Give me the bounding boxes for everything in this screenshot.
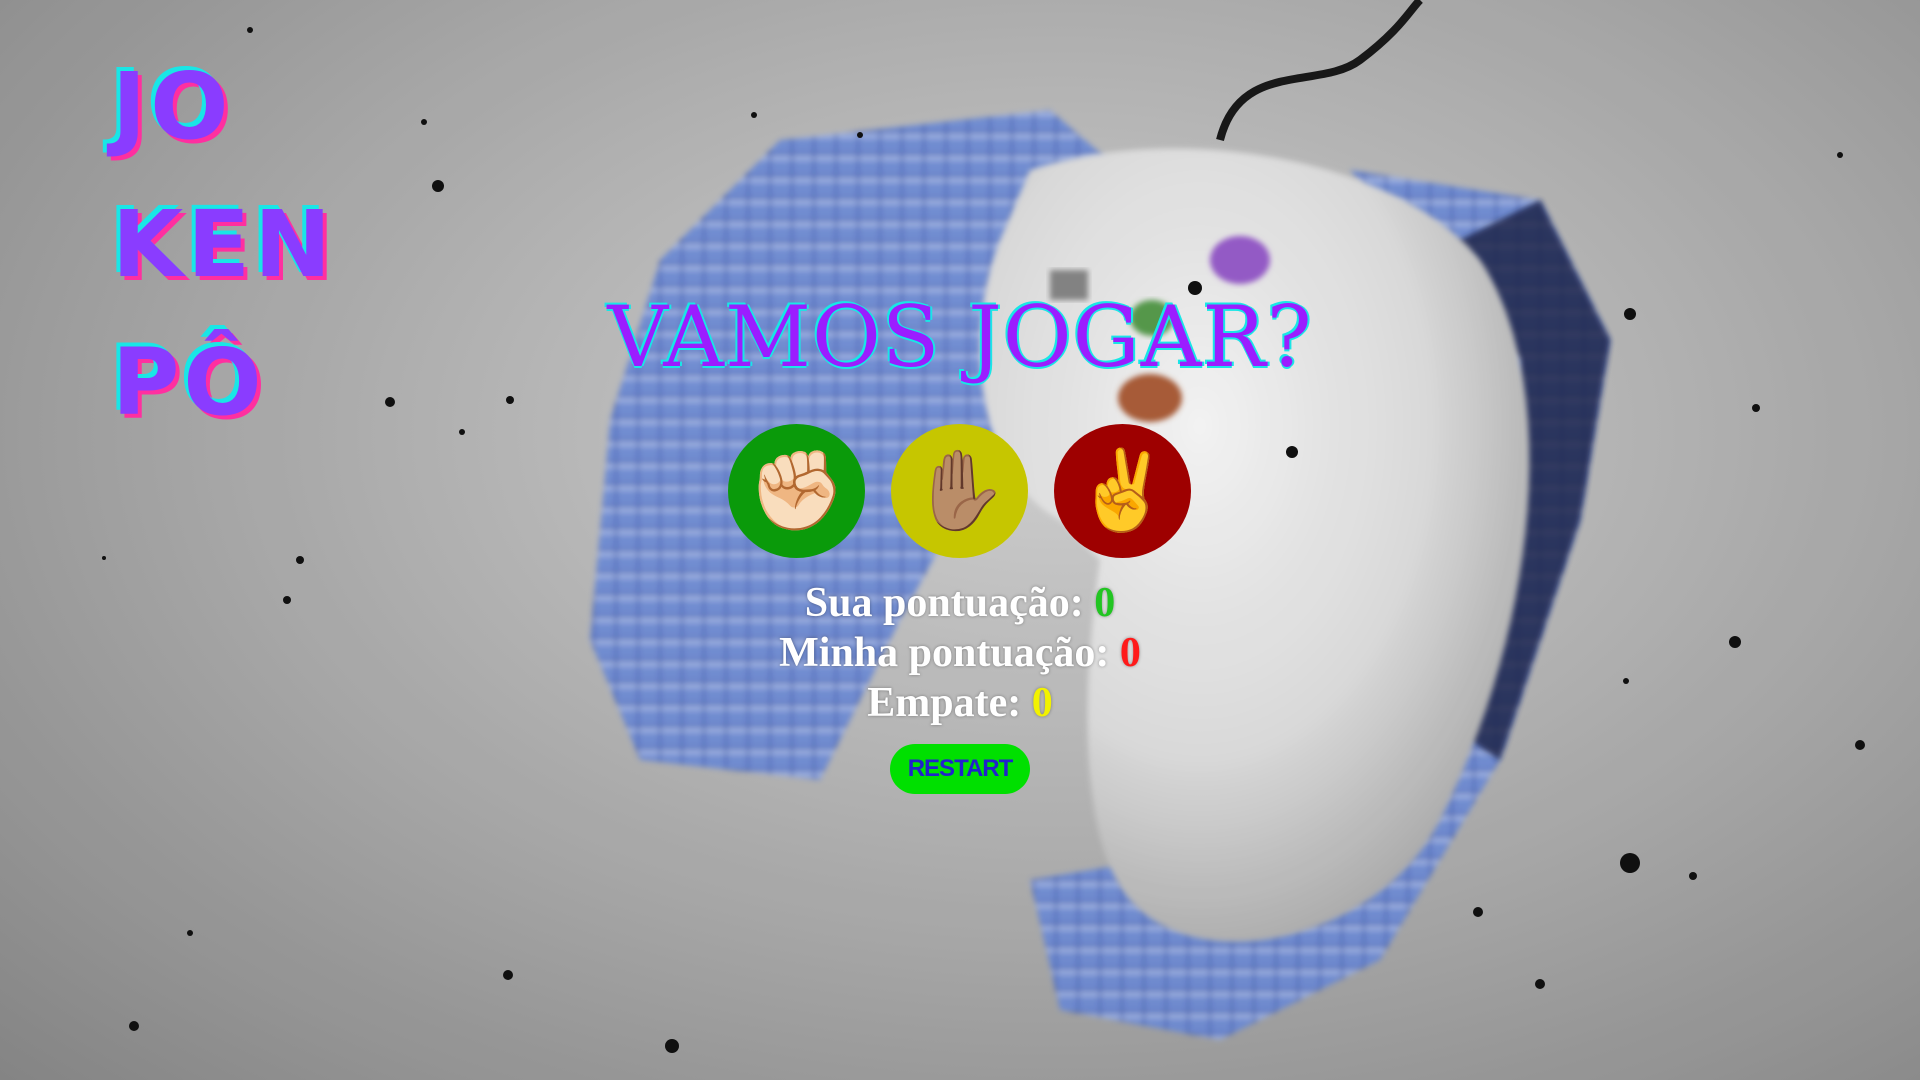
tie-score-value: 0 xyxy=(1031,680,1053,726)
choice-buttons: ✊🏻 ✋🏽 ✌️ xyxy=(728,424,1192,558)
tie-score-row: Empate: 0 xyxy=(0,678,1920,728)
rock-button[interactable]: ✊🏻 xyxy=(728,424,865,558)
fist-icon: ✊🏻 xyxy=(747,446,846,536)
restart-button[interactable]: RESTART xyxy=(890,744,1030,794)
machine-score-row: Minha pontuação: 0 xyxy=(0,628,1920,678)
victory-hand-icon: ✌️ xyxy=(1073,446,1172,536)
player-score-row: Sua pontuação: 0 xyxy=(0,578,1920,628)
player-score-value: 0 xyxy=(1094,580,1116,626)
raised-hand-icon: ✋🏽 xyxy=(910,446,1009,536)
scoreboard: Sua pontuação: 0 Minha pontuação: 0 Empa… xyxy=(0,578,1920,728)
logo-line-jo: JO xyxy=(112,53,233,160)
page-title: VAMOS JOGAR? xyxy=(607,288,1313,386)
machine-score-value: 0 xyxy=(1119,630,1141,676)
tie-score-label: Empate: xyxy=(867,680,1022,726)
player-score-label: Sua pontuação: xyxy=(804,580,1084,626)
machine-score-label: Minha pontuação: xyxy=(779,630,1110,676)
paper-button[interactable]: ✋🏽 xyxy=(891,424,1028,558)
scissors-button[interactable]: ✌️ xyxy=(1054,424,1191,558)
jokenpo-logo: JO KEN PÔ xyxy=(112,38,335,452)
